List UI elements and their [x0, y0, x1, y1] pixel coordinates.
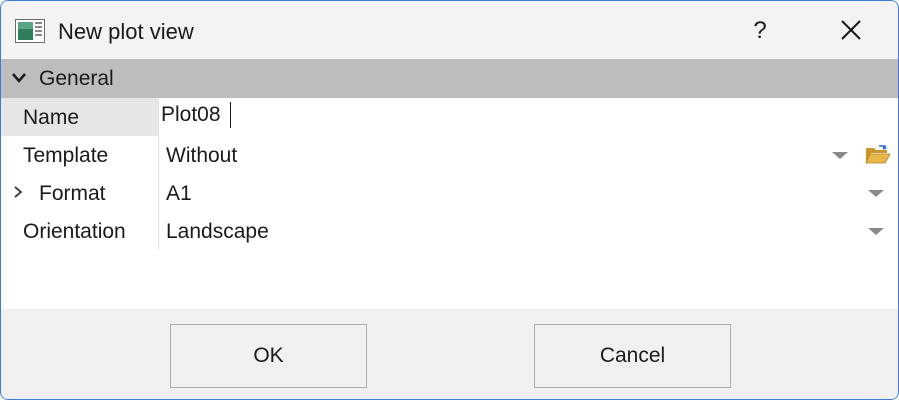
- dropdown-arrow-icon[interactable]: [868, 190, 884, 197]
- orientation-select[interactable]: Landscape: [166, 219, 269, 245]
- property-label-format: Format: [39, 182, 106, 205]
- group-general-label: General: [39, 67, 114, 90]
- close-icon[interactable]: [827, 11, 875, 51]
- property-label-orientation: Orientation: [23, 220, 126, 243]
- property-label-name: Name: [23, 106, 80, 129]
- cancel-button[interactable]: Cancel: [534, 324, 731, 388]
- template-select[interactable]: Without: [166, 143, 237, 169]
- dialog-title: New plot view: [58, 19, 194, 44]
- format-select[interactable]: A1: [166, 181, 192, 207]
- property-row-template: Template Without: [1, 136, 898, 174]
- open-folder-icon[interactable]: [865, 145, 891, 165]
- property-row-orientation: Orientation Landscape: [1, 212, 898, 250]
- group-general-header[interactable]: General: [1, 59, 898, 98]
- name-field[interactable]: Plot08: [161, 102, 221, 128]
- property-row-format: Format A1: [1, 174, 898, 212]
- title-bar: New plot view ?: [1, 1, 898, 59]
- button-bar: OK Cancel: [1, 309, 898, 399]
- ok-button[interactable]: OK: [170, 324, 367, 388]
- dropdown-arrow-icon[interactable]: [868, 228, 884, 235]
- help-button[interactable]: ?: [736, 11, 784, 51]
- text-caret: [230, 102, 231, 128]
- chevron-down-icon[interactable]: [11, 72, 27, 84]
- dropdown-arrow-icon[interactable]: [832, 152, 848, 159]
- new-plot-view-dialog: New plot view ? General Name Plot08 Temp…: [0, 0, 899, 400]
- plot-view-icon: [15, 19, 45, 43]
- property-label-template: Template: [23, 144, 109, 167]
- chevron-right-icon[interactable]: [13, 185, 23, 199]
- property-grid: General Name Plot08 Template Without For…: [1, 59, 898, 309]
- property-row-name: Name Plot08: [1, 98, 898, 136]
